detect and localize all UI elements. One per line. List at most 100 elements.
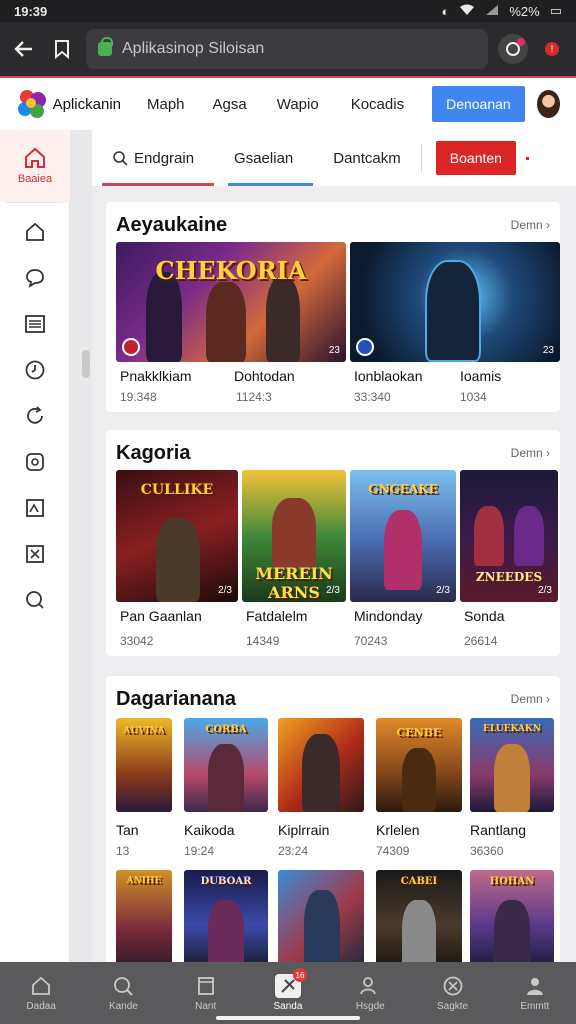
wifi-icon bbox=[459, 4, 475, 19]
sidebar-item-house[interactable] bbox=[0, 209, 70, 255]
sidebar-divider bbox=[6, 202, 63, 203]
game-card[interactable]: HOHAN bbox=[470, 870, 554, 962]
tab-second[interactable]: Gsaelian bbox=[228, 130, 314, 186]
profile-icon bbox=[522, 974, 548, 998]
sidebar-item-close[interactable] bbox=[0, 531, 70, 577]
game-card[interactable]: CORBA Kaikoda 19:24 bbox=[184, 718, 268, 868]
game-card[interactable]: GNGEAKE 2/3 Mindonday 70243 bbox=[350, 470, 456, 650]
sidebar-item-chat[interactable] bbox=[0, 255, 70, 301]
see-more-link[interactable]: Demn › bbox=[511, 218, 550, 232]
gamepad-icon bbox=[26, 453, 44, 471]
games-icon: 16 bbox=[274, 968, 307, 998]
sidebar-item-list[interactable] bbox=[0, 301, 70, 347]
tab-third[interactable]: Dantcakm bbox=[333, 130, 401, 186]
browser-toolbar: Aplikasinop Siloisan ! bbox=[0, 22, 576, 76]
scrollbar-thumb[interactable] bbox=[82, 350, 90, 378]
game-thumbnail: ELUEKAKN bbox=[470, 718, 554, 812]
game-art-title: CENBE bbox=[396, 726, 442, 739]
address-bar[interactable]: Aplikasinop Siloisan bbox=[86, 29, 488, 69]
nav-item-3[interactable]: Wapio bbox=[277, 96, 319, 113]
publisher-badge bbox=[356, 338, 374, 356]
bottom-nav-label: Hsgde bbox=[355, 1001, 385, 1012]
game-card[interactable]: ZNEEDES 2/3 Sonda 26614 bbox=[460, 470, 558, 650]
game-card[interactable] bbox=[278, 870, 364, 962]
nav-item-1[interactable]: Maph bbox=[147, 96, 185, 113]
nav-item-2[interactable]: Agsa bbox=[213, 96, 247, 113]
sidebar-item-search[interactable] bbox=[0, 577, 70, 623]
game-thumbnail: CORBA bbox=[184, 718, 268, 812]
gesture-home-bar[interactable] bbox=[216, 1016, 360, 1020]
game-meta: 36360 bbox=[470, 844, 504, 858]
red-action-button[interactable]: Boanten bbox=[435, 141, 516, 175]
game-meta: 26614 bbox=[464, 634, 498, 648]
game-card[interactable]: AUVINA Tan 13 bbox=[116, 718, 172, 868]
game-card[interactable]: CENBE Krlelen 74309 bbox=[376, 718, 462, 868]
game-card[interactable]: ELUEKAKN Rantlang 36360 bbox=[470, 718, 554, 868]
game-card[interactable]: ANIHE bbox=[116, 870, 172, 962]
notification-badge: 16 bbox=[292, 968, 307, 982]
bottom-nav-item-2[interactable]: Kande bbox=[82, 962, 164, 1024]
sidebar-item-gamepad[interactable] bbox=[0, 439, 70, 485]
game-title: Krlelen bbox=[376, 822, 420, 838]
status-bar: 19:39 ◐ %2% ▭ bbox=[0, 0, 576, 22]
game-title-secondary: Dohtodan bbox=[234, 368, 295, 384]
game-thumbnail bbox=[278, 718, 364, 812]
bottom-nav-item-7[interactable]: Emmtt bbox=[494, 962, 576, 1024]
game-title: Pan Gaanlan bbox=[120, 608, 202, 624]
game-card[interactable]: 23 Ionblaokan 33:340 Ioamis 1034 bbox=[350, 242, 560, 407]
avatar[interactable] bbox=[536, 90, 560, 118]
game-meta: 13 bbox=[116, 844, 130, 858]
game-thumbnail: CENBE bbox=[376, 718, 462, 812]
game-thumbnail: CHEKORIA 23 bbox=[116, 242, 346, 362]
sidebar-item-clock[interactable] bbox=[0, 347, 70, 393]
menu-icon[interactable]: ! bbox=[538, 35, 566, 63]
tab-label-3: Dantcakm bbox=[333, 149, 401, 167]
refresh-icon bbox=[27, 406, 43, 424]
main-content: Endgrain Gsaelian Dantcakm Boanten Aeyau… bbox=[92, 130, 576, 962]
tab-search[interactable]: Endgrain bbox=[101, 130, 215, 186]
section-title: Dagarianana bbox=[116, 688, 237, 710]
game-card[interactable]: DUBOAR bbox=[184, 870, 268, 962]
game-meta: 14349 bbox=[246, 634, 280, 648]
game-title-secondary: Ioamis bbox=[460, 368, 502, 384]
see-more-link[interactable]: Demn › bbox=[511, 692, 550, 706]
game-card[interactable]: CABEI bbox=[376, 870, 462, 962]
game-thumbnail: HOHAN bbox=[470, 870, 554, 962]
see-more-link[interactable]: Demn › bbox=[511, 446, 550, 460]
clock-icon bbox=[25, 360, 45, 380]
bottom-nav-item-5[interactable]: Hsgde bbox=[329, 962, 411, 1024]
bottom-nav-item-1[interactable]: Dadaa bbox=[0, 962, 82, 1024]
primary-cta-button[interactable]: Denoanan bbox=[432, 86, 525, 122]
game-art-title: ELUEKAKN bbox=[483, 724, 541, 734]
sidebar-item-refresh[interactable] bbox=[0, 393, 70, 439]
bottom-nav-item-3[interactable]: Nant bbox=[165, 962, 247, 1024]
friends-icon bbox=[357, 974, 383, 998]
bookmark-icon[interactable] bbox=[48, 35, 76, 63]
game-art-title: ANIHE bbox=[126, 876, 162, 886]
rating-badge: 23 bbox=[328, 345, 340, 356]
app-logo[interactable] bbox=[16, 88, 46, 120]
sidebar-item-home-active[interactable]: Baaiea bbox=[0, 130, 70, 202]
bottom-nav-item-4-active[interactable]: 16 Sanda bbox=[247, 962, 329, 1024]
bottom-nav-item-6[interactable]: Sagkte bbox=[411, 962, 493, 1024]
tabs-button[interactable] bbox=[498, 34, 528, 64]
game-card[interactable]: CHEKORIA 23 Pnakklkiam 19.348 Dohtodan 1… bbox=[116, 242, 346, 407]
rating-badge: 2/3 bbox=[538, 585, 552, 596]
game-title: Fatdalelm bbox=[246, 608, 308, 624]
game-thumbnail: ZNEEDES 2/3 bbox=[460, 470, 558, 602]
game-card[interactable]: CULLIKE 2/3 Pan Gaanlan 33042 bbox=[116, 470, 238, 650]
bottom-nav-label: Nant bbox=[195, 1001, 217, 1012]
list-icon bbox=[25, 315, 45, 333]
game-art-title: HOHAN bbox=[489, 876, 535, 887]
game-card[interactable]: MEREIN ARNS 2/3 Fatdalelm 14349 bbox=[242, 470, 346, 650]
section-featured: Aeyaukaine Demn › CHEKORIA 23 Pnakklkiam… bbox=[106, 202, 560, 412]
back-arrow-icon[interactable] bbox=[10, 35, 38, 63]
nav-item-4[interactable]: Kocadis bbox=[351, 96, 404, 113]
game-card[interactable]: Kiplrrain 23:24 bbox=[278, 718, 364, 868]
game-art-title: DUBOAR bbox=[200, 876, 252, 887]
search-icon bbox=[26, 591, 44, 609]
game-meta: 19.348 bbox=[120, 390, 157, 404]
sidebar-item-chart[interactable] bbox=[0, 485, 70, 531]
signal-icon bbox=[485, 4, 499, 19]
game-meta-secondary: 1034 bbox=[460, 390, 487, 404]
